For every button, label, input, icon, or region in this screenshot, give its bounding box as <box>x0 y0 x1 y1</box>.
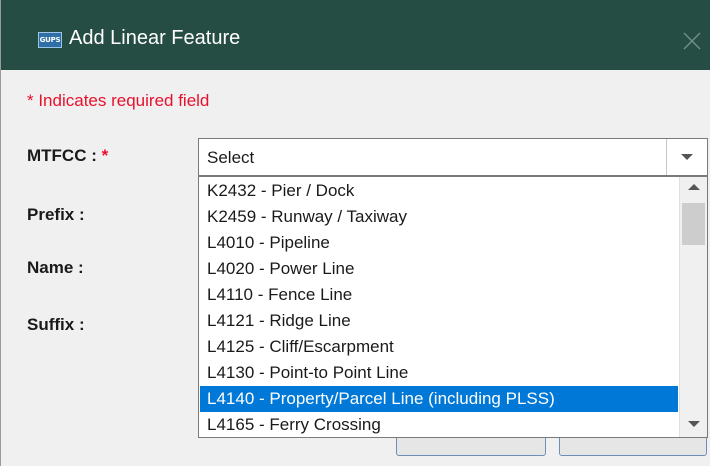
dropdown-option[interactable]: L4020 - Power Line <box>200 256 678 282</box>
scroll-thumb[interactable] <box>682 203 705 245</box>
required-star: * <box>101 146 109 165</box>
dropdown-option[interactable]: L4165 - Ferry Crossing <box>200 412 678 437</box>
required-field-note: * Indicates required field <box>27 91 210 110</box>
dropdown-scrollbar[interactable] <box>679 177 707 437</box>
title-bar: GUPS Add Linear Feature <box>1 0 710 70</box>
dropdown-option[interactable]: L4130 - Point-to Point Line <box>200 360 678 386</box>
dropdown-option[interactable]: K2432 - Pier / Dock <box>200 178 678 204</box>
mtfcc-label: MTFCC : * <box>27 146 108 166</box>
dropdown-option[interactable]: K2459 - Runway / Taxiway <box>200 204 678 230</box>
chevron-down-icon[interactable] <box>666 139 707 175</box>
mtfcc-dropdown-list[interactable]: K2432 - Pier / Dock K2459 - Runway / Tax… <box>198 176 708 438</box>
scroll-up-arrow-icon[interactable] <box>680 177 707 199</box>
mtfcc-select[interactable]: Select <box>198 138 708 176</box>
scroll-down-arrow-icon[interactable] <box>680 413 707 435</box>
dropdown-option[interactable]: L4110 - Fence Line <box>200 282 678 308</box>
dropdown-option[interactable]: L4010 - Pipeline <box>200 230 678 256</box>
app-logo-icon: GUPS <box>38 32 62 48</box>
name-label: Name : <box>27 258 84 277</box>
dropdown-option[interactable]: L4125 - Cliff/Escarpment <box>200 334 678 360</box>
suffix-label: Suffix : <box>27 315 85 334</box>
prefix-label: Prefix : <box>27 205 85 224</box>
dropdown-option-highlighted[interactable]: L4140 - Property/Parcel Line (including … <box>200 386 678 412</box>
mtfcc-label-text: MTFCC : <box>27 146 97 165</box>
dropdown-option[interactable]: L4121 - Ridge Line <box>200 308 678 334</box>
dialog-title: Add Linear Feature <box>69 27 241 49</box>
mtfcc-select-value: Select <box>207 148 255 167</box>
close-icon[interactable] <box>681 30 703 52</box>
add-linear-feature-dialog: GUPS Add Linear Feature * Indicates requ… <box>0 0 710 466</box>
